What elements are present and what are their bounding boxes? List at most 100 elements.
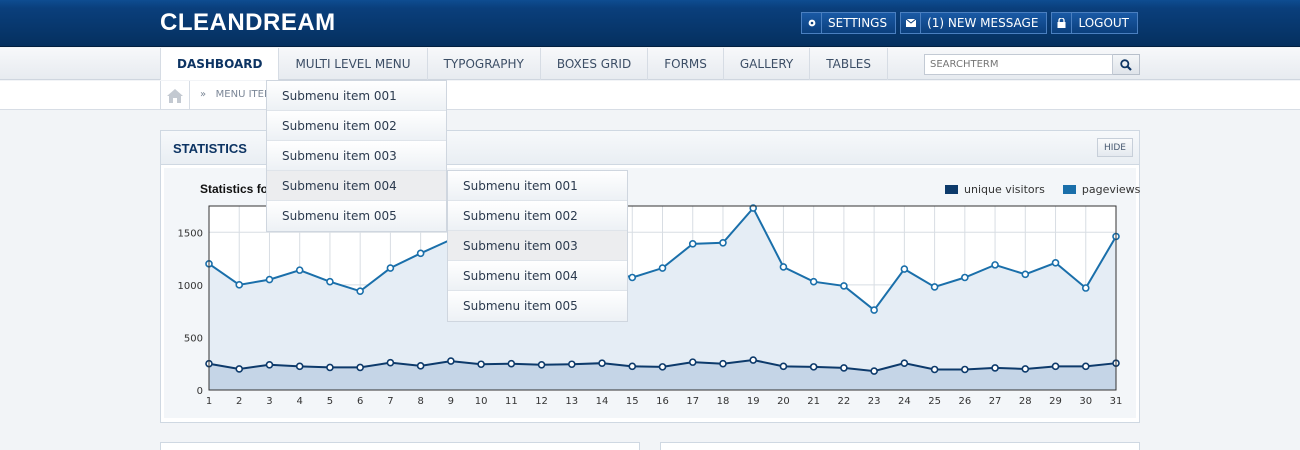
- x-tick-label: 23: [868, 396, 881, 407]
- submenu2-item-005[interactable]: Submenu item 005: [448, 291, 627, 321]
- gear-icon: [802, 13, 823, 33]
- data-point-pageviews: [1081, 284, 1090, 292]
- data-point-unique-visitors: [356, 363, 364, 372]
- legend-swatch-pageviews: [1062, 185, 1076, 194]
- data-point-pageviews: [386, 264, 395, 272]
- data-point-unique-visitors: [386, 358, 395, 367]
- submenu2-item-001[interactable]: Submenu item 001: [448, 171, 627, 201]
- data-point-unique-visitors: [416, 362, 425, 370]
- x-tick-label: 15: [626, 396, 639, 407]
- data-point-unique-visitors: [688, 358, 697, 366]
- app-logo[interactable]: CLEANDREAM: [160, 9, 336, 37]
- data-point-unique-visitors: [779, 362, 788, 371]
- search-button[interactable]: [1113, 54, 1140, 75]
- header: CLEANDREAM SETTINGS (1) NEW MESSAGE LOGO…: [0, 0, 1300, 47]
- x-tick-label: 16: [656, 396, 669, 407]
- submenu-level-2: Submenu item 001 Submenu item 002 Submen…: [447, 170, 628, 322]
- x-tick-label: 5: [327, 396, 333, 407]
- x-tick-label: 1: [206, 396, 212, 407]
- submenu1-item-003[interactable]: Submenu item 003: [267, 141, 446, 171]
- x-tick-label: 30: [1079, 396, 1092, 407]
- data-point-unique-visitors: [991, 364, 999, 372]
- data-point-unique-visitors: [507, 359, 516, 368]
- bottom-box-left: [160, 442, 640, 450]
- home-icon: [167, 88, 183, 103]
- breadcrumb-separator: »: [200, 89, 207, 100]
- lock-icon: [1052, 13, 1073, 33]
- data-point-unique-visitors: [326, 363, 334, 372]
- breadcrumb-home[interactable]: [160, 81, 190, 110]
- data-point-pageviews: [235, 281, 244, 289]
- submenu1-item-001[interactable]: Submenu item 001: [267, 81, 446, 111]
- data-point-unique-visitors: [930, 365, 939, 374]
- data-point-unique-visitors: [1081, 362, 1090, 371]
- new-message-label: (1) NEW MESSAGE: [927, 16, 1039, 30]
- settings-button[interactable]: SETTINGS: [801, 12, 897, 34]
- data-point-unique-visitors: [537, 360, 546, 369]
- bottom-box-right: [660, 442, 1140, 450]
- data-point-unique-visitors: [567, 360, 576, 369]
- logout-button[interactable]: LOGOUT: [1051, 12, 1138, 34]
- data-point-unique-visitors: [658, 363, 667, 371]
- x-tick-label: 9: [448, 396, 454, 407]
- data-point-unique-visitors: [840, 364, 848, 372]
- data-point-pageviews: [1021, 270, 1030, 279]
- nav-gallery[interactable]: GALLERY: [724, 48, 811, 80]
- y-tick-label: 1500: [178, 228, 203, 239]
- data-point-pageviews: [779, 263, 788, 271]
- hide-button[interactable]: HIDE: [1096, 138, 1133, 157]
- data-point-pageviews: [809, 277, 818, 286]
- top-buttons: SETTINGS (1) NEW MESSAGE LOGOUT: [801, 12, 1138, 34]
- data-point-pageviews: [719, 238, 727, 247]
- search-form: [924, 54, 1140, 75]
- breadcrumb-current[interactable]: MENU ITEM: [216, 89, 273, 100]
- nav-boxes-grid[interactable]: BOXES GRID: [541, 48, 649, 80]
- chart-title: Statistics fo: [200, 182, 269, 196]
- submenu1-item-004[interactable]: Submenu item 004: [267, 171, 446, 201]
- x-tick-label: 11: [505, 396, 518, 407]
- data-point-unique-visitors: [870, 367, 878, 375]
- x-tick-label: 2: [236, 396, 242, 407]
- submenu2-item-002[interactable]: Submenu item 002: [448, 201, 627, 231]
- nav-typography[interactable]: TYPOGRAPHY: [428, 48, 541, 80]
- nav-items: DASHBOARD MULTI LEVEL MENU TYPOGRAPHY BO…: [160, 48, 888, 80]
- new-message-button[interactable]: (1) NEW MESSAGE: [900, 12, 1048, 34]
- x-tick-label: 19: [747, 396, 760, 407]
- submenu1-item-002[interactable]: Submenu item 002: [267, 111, 446, 141]
- data-point-pageviews: [930, 283, 939, 291]
- search-icon: [1120, 58, 1132, 71]
- nav-tables[interactable]: TABLES: [810, 48, 888, 80]
- x-tick-label: 21: [807, 396, 820, 407]
- x-tick-label: 12: [535, 396, 548, 407]
- data-point-pageviews: [900, 265, 909, 273]
- mail-icon: [901, 13, 922, 33]
- y-tick-label: 1000: [178, 281, 203, 292]
- breadcrumb: » MENU ITEM: [0, 81, 1300, 110]
- nav-multi-level-menu[interactable]: MULTI LEVEL MENU: [279, 48, 428, 80]
- nav-dashboard[interactable]: DASHBOARD: [160, 48, 280, 80]
- x-tick-label: 28: [1019, 396, 1032, 407]
- data-point-pageviews: [265, 275, 274, 284]
- search-input[interactable]: [924, 54, 1113, 75]
- x-tick-label: 25: [928, 396, 941, 407]
- breadcrumb-path: » MENU ITEM: [200, 89, 273, 100]
- submenu2-item-003[interactable]: Submenu item 003: [448, 231, 627, 261]
- x-tick-label: 18: [717, 396, 730, 407]
- nav-forms[interactable]: FORMS: [648, 48, 724, 80]
- data-point-unique-visitors: [900, 359, 909, 367]
- data-point-pageviews: [688, 240, 697, 248]
- data-point-unique-visitors: [961, 365, 969, 374]
- data-point-unique-visitors: [1051, 362, 1060, 371]
- data-point-unique-visitors: [1021, 365, 1030, 373]
- submenu1-item-005[interactable]: Submenu item 005: [267, 201, 446, 231]
- x-tick-label: 14: [596, 396, 609, 407]
- submenu2-item-004[interactable]: Submenu item 004: [448, 261, 627, 291]
- data-point-pageviews: [326, 277, 334, 286]
- data-point-pageviews: [416, 249, 425, 258]
- data-point-unique-visitors: [809, 363, 818, 371]
- x-tick-label: 10: [475, 396, 488, 407]
- x-tick-label: 26: [958, 396, 971, 407]
- y-tick-label: 0: [197, 386, 203, 397]
- y-tick-label: 500: [184, 333, 203, 344]
- data-point-unique-visitors: [628, 362, 637, 371]
